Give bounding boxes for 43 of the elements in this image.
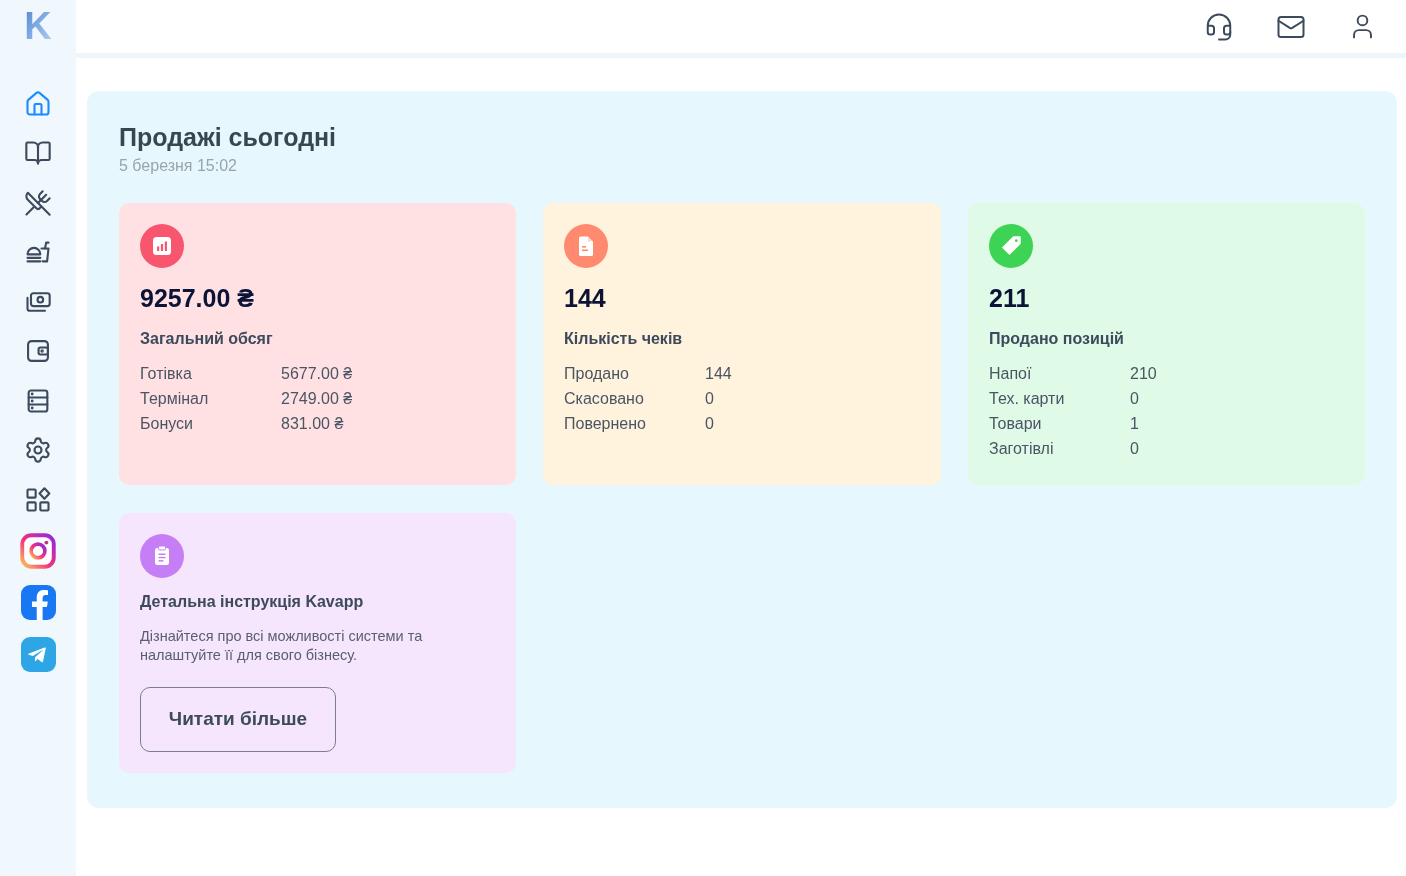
row-label: Скасовано xyxy=(564,389,645,409)
card-value: 9257.00 ₴ xyxy=(140,283,254,313)
card-label: Кількість чеків xyxy=(564,329,683,349)
row-value: 210 xyxy=(1130,364,1157,384)
instagram-icon[interactable] xyxy=(20,532,56,569)
row-label: Термінал xyxy=(140,389,210,409)
card-title: Детальна інструкція Kavapp xyxy=(140,592,364,612)
row-label: Бонуси xyxy=(140,414,194,434)
row-value: 5677.00 ₴ xyxy=(281,364,353,384)
tag-icon xyxy=(989,224,1033,268)
row-value: 144 xyxy=(705,364,732,384)
card-value: 211 xyxy=(989,283,1030,313)
row-value: 831.00 ₴ xyxy=(281,414,345,434)
settings-icon[interactable] xyxy=(24,436,52,465)
read-more-button[interactable]: Читати більше xyxy=(140,687,336,752)
panel-date: 5 березня 15:02 xyxy=(119,156,237,176)
panel-title: Продажі сьогодні xyxy=(119,122,337,152)
row-value: 1 xyxy=(1130,414,1140,434)
document-icon xyxy=(564,224,608,268)
card-description: Дізнайтеся про всі можливості системи та налаштуйте її для свого бізнесу. xyxy=(140,627,424,665)
row-value: 0 xyxy=(1130,439,1140,459)
card-label: Продано позицій xyxy=(989,329,1124,349)
clipboard-icon xyxy=(140,534,184,578)
row-label: Заготівлі xyxy=(989,439,1055,459)
shapes-icon[interactable] xyxy=(24,485,52,514)
facebook-icon[interactable] xyxy=(20,585,56,620)
row-value: 0 xyxy=(1130,389,1140,409)
row-label: Повернено xyxy=(564,414,647,434)
row-value: 0 xyxy=(705,414,715,434)
card-label: Загальний обсяг xyxy=(140,329,273,349)
card-value: 144 xyxy=(564,283,606,313)
home-icon[interactable] xyxy=(24,89,52,118)
utensils-icon[interactable] xyxy=(24,188,52,217)
chart-icon xyxy=(140,224,184,268)
row-label: Товари xyxy=(989,414,1043,434)
telegram-icon[interactable] xyxy=(20,637,56,672)
row-value: 2749.00 ₴ xyxy=(281,389,353,409)
support-headset-icon[interactable] xyxy=(1204,11,1234,42)
row-label: Напої xyxy=(989,364,1033,384)
row-label: Готівка xyxy=(140,364,193,384)
row-label: Тех. карти xyxy=(989,389,1066,409)
row-label: Продано xyxy=(564,364,630,384)
row-value: 0 xyxy=(705,389,715,409)
